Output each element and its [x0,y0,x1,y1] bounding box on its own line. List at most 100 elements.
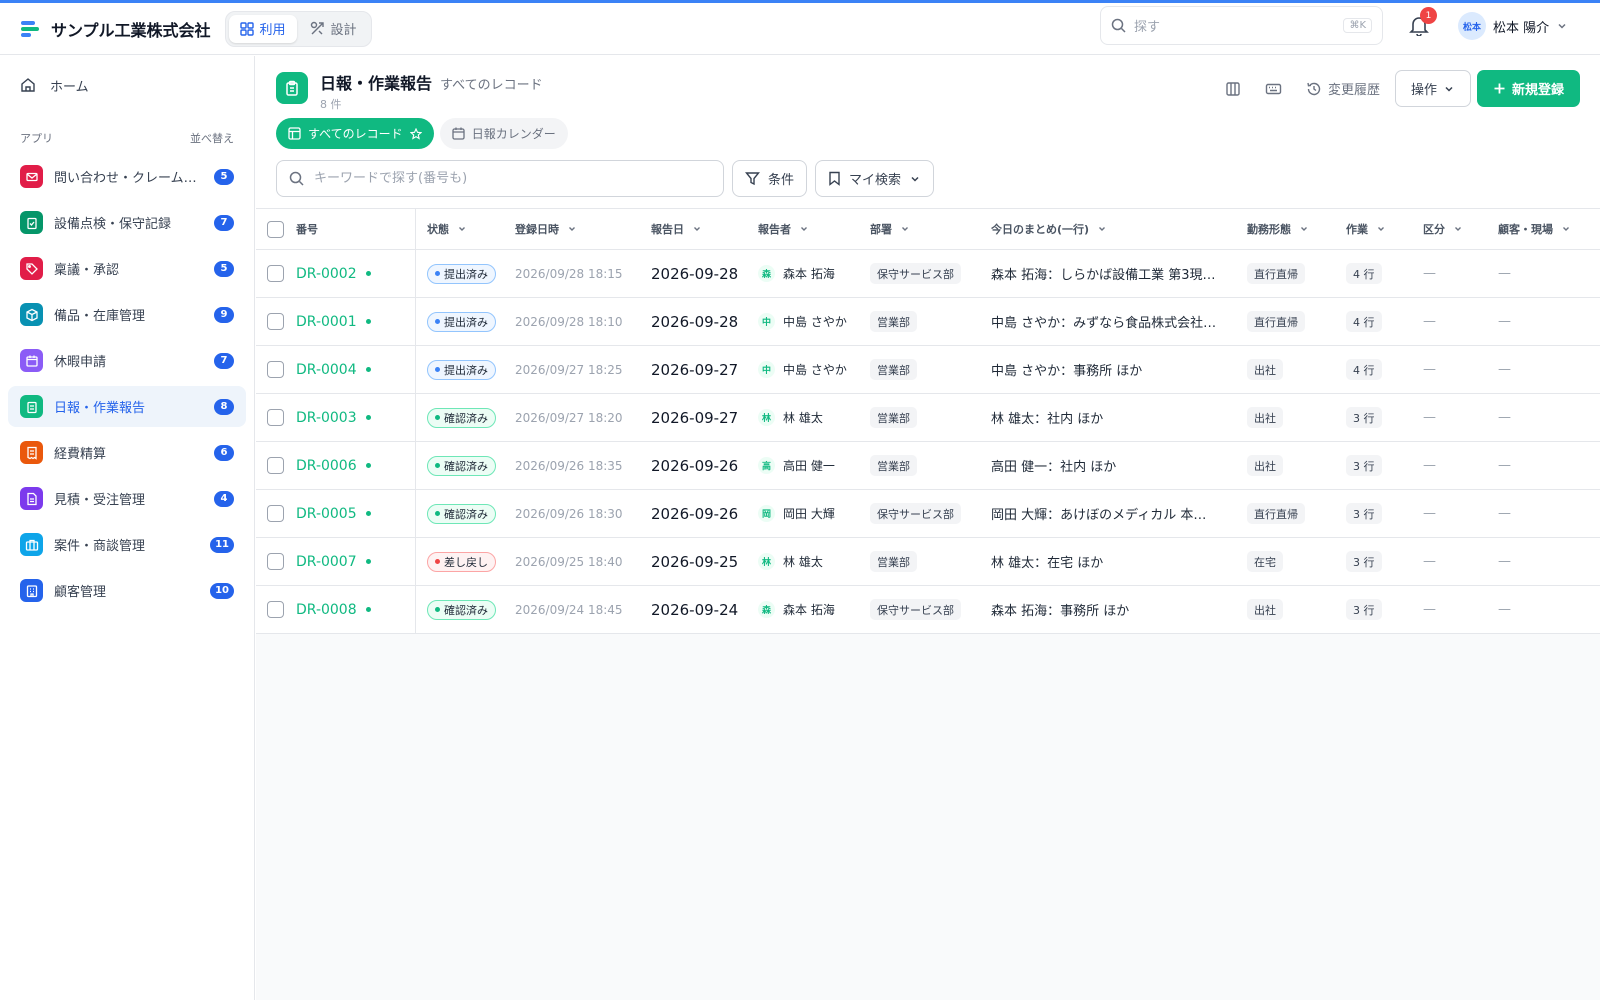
chevron-down-icon [1563,227,1569,231]
record-number-link[interactable]: DR-0004 [296,362,416,378]
keyboard-button[interactable] [1256,70,1291,107]
column-summary[interactable]: 今日のまとめ(一行) [991,221,1247,237]
department-chip: 保守サービス部 [870,599,961,620]
work-style-chip: 出社 [1247,407,1283,428]
new-record-label: 新規登録 [1511,83,1564,98]
record-number-link[interactable]: DR-0001 [296,314,416,330]
status-label: 確認済み [444,507,488,521]
status-label: 確認済み [444,411,488,425]
tab-all-records[interactable]: すべてのレコード [276,118,434,149]
mode-use-button[interactable]: 利用 [228,14,297,43]
record-number: DR-0006 [296,457,357,474]
row-checkbox[interactable] [267,553,284,570]
table-row[interactable]: DR-0005 確認済み 2026/09/26 18:30 2026-09-26 岡岡田… [256,490,1600,538]
actions-button[interactable]: 操作 [1394,70,1471,107]
sidebar-app-item[interactable]: 経費精算 6 [8,432,246,473]
row-checkbox[interactable] [267,457,284,474]
filter-button[interactable]: 条件 [732,160,808,197]
row-checkbox[interactable] [267,313,284,330]
column-header-label: 今日のまとめ(一行) [991,223,1090,236]
column-reporter[interactable]: 報告者 [758,221,870,237]
sidebar-app-item[interactable]: 顧客管理 10 [8,570,246,611]
task-count-chip: 3 行 [1346,599,1382,620]
column-report-date[interactable]: 報告日 [651,221,758,237]
row-checkbox[interactable] [267,265,284,282]
sidebar-app-label: 問い合わせ・クレーム管理 [54,171,203,186]
app-tools: 変更履歴 操作 新規登録 [1216,70,1580,107]
column-created[interactable]: 登録日時 [515,221,651,237]
work-style-chip: 出社 [1247,455,1283,476]
category-value: — [1423,602,1436,617]
table-row[interactable]: DR-0006 確認済み 2026/09/26 18:35 2026-09-26 高高田… [256,442,1600,490]
sidebar-app-item[interactable]: 備品・在庫管理 9 [8,294,246,335]
column-customer[interactable]: 顧客・現場 [1498,221,1583,237]
reporter-name: 森本 拓海 [783,267,835,281]
column-category[interactable]: 区分 [1423,221,1498,237]
sidebar-app-item[interactable]: 問い合わせ・クレーム管理 5 [8,156,246,197]
clipboard-icon [20,395,43,418]
sidebar-app-item[interactable]: 見積・受注管理 4 [8,478,246,519]
keyboard-icon [1265,83,1282,94]
record-number-link[interactable]: DR-0003 [296,410,416,426]
user-menu[interactable]: 松本 松本 陽介 [1458,12,1568,40]
record-number-link[interactable]: DR-0002 [296,266,416,282]
sidebar-app-item[interactable]: 稟議・承認 5 [8,248,246,289]
global-search[interactable]: 探す ⌘K [1100,6,1383,45]
sidebar-app-item[interactable]: 休暇申請 7 [8,340,246,381]
category-value: — [1423,362,1436,377]
record-number-link[interactable]: DR-0008 [296,602,416,618]
row-checkbox[interactable] [267,409,284,426]
column-divider [415,394,416,441]
my-search-button[interactable]: マイ検索 [815,160,935,197]
view-tabs: すべてのレコード 日報カレンダー [276,118,568,149]
record-number-link[interactable]: DR-0006 [296,458,416,474]
reporter-avatar: 中 [758,361,775,378]
calendar-icon [452,127,465,140]
table-row[interactable]: DR-0004 提出済み 2026/09/27 18:25 2026-09-27 中中島… [256,346,1600,394]
record-number-link[interactable]: DR-0005 [296,506,416,522]
chevron-down-icon [569,227,575,231]
row-checkbox[interactable] [267,601,284,618]
columns-button[interactable] [1216,70,1250,107]
sidebar-app-item[interactable]: 設備点検・保守記録 7 [8,202,246,243]
table-row[interactable]: DR-0001 提出済み 2026/09/28 18:10 2026-09-28 中中島… [256,298,1600,346]
created-at: 2026/09/27 18:25 [515,362,623,377]
column-header-label: 状態 [427,223,449,236]
row-checkbox[interactable] [267,505,284,522]
history-button[interactable]: 変更履歴 [1297,70,1389,107]
star-icon[interactable] [409,127,422,140]
table-row[interactable]: DR-0003 確認済み 2026/09/27 18:20 2026-09-27 林林 … [256,394,1600,442]
table-row[interactable]: DR-0008 確認済み 2026/09/24 18:45 2026-09-24 森森本… [256,586,1600,634]
summary-text: 中島 さやか：みずなら食品株式会社 本社 ほか [991,316,1219,331]
sidebar-app-count: 4 [214,490,234,507]
logo-icon[interactable] [19,18,41,40]
sidebar-app-item[interactable]: 日報・作業報告 8 [8,386,246,427]
column-number[interactable]: 番号 [296,221,416,237]
table-row[interactable]: DR-0007 差し戻し 2026/09/25 18:40 2026-09-25 林林 … [256,538,1600,586]
sidebar-section-header: アプリ 並べ替え [0,130,254,146]
record-number-link[interactable]: DR-0007 [296,554,416,570]
keyword-search-input[interactable] [314,171,711,186]
mode-design-label: 設計 [330,23,357,38]
status-badge: 確認済み [427,407,496,428]
status-badge: 確認済み [427,599,496,620]
select-all-checkbox[interactable] [267,220,284,238]
table-row[interactable]: DR-0002 提出済み 2026/09/28 18:15 2026-09-28 森森本… [256,250,1600,298]
sidebar-app-item[interactable]: 案件・商談管理 11 [8,524,246,565]
column-tasks[interactable]: 作業 [1346,221,1423,237]
row-checkbox[interactable] [267,361,284,378]
column-status[interactable]: 状態 [416,221,515,237]
new-record-button[interactable]: 新規登録 [1476,70,1580,107]
sidebar: ホーム アプリ 並べ替え 問い合わせ・クレーム管理 5 設備点検・保守記録 7 稟議・承… [0,56,255,1000]
column-work-style[interactable]: 勤務形態 [1247,221,1346,237]
tab-daily-calendar[interactable]: 日報カレンダー [439,118,568,149]
category-value: — [1423,410,1436,425]
sidebar-item-home[interactable]: ホーム [0,68,254,102]
customer-value: — [1498,458,1511,473]
mode-design-button[interactable]: 設計 [299,15,368,43]
sort-apps-button[interactable]: 並べ替え [190,130,234,146]
filter-label: 条件 [768,173,795,188]
column-department[interactable]: 部署 [870,221,991,237]
status-label: 提出済み [444,363,488,377]
reporter-avatar: 中 [758,313,775,330]
